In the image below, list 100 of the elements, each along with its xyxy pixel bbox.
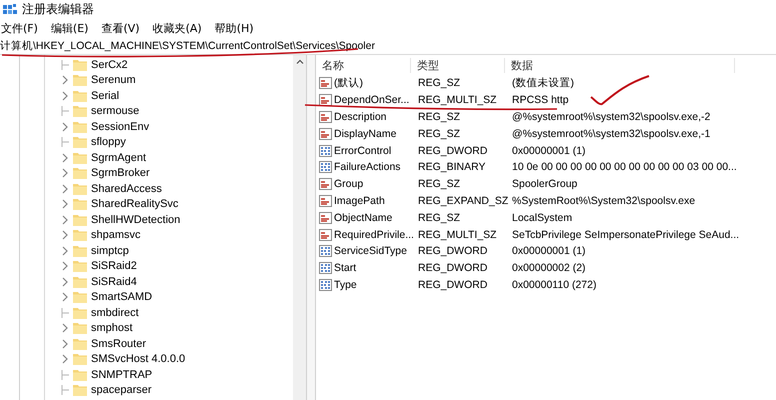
folder-icon (73, 90, 87, 102)
tree-item[interactable]: spaceparser (91, 384, 152, 396)
chevron-icon[interactable] (61, 199, 69, 210)
column-header[interactable]: 名称 (316, 58, 411, 72)
value-data: 0x00000110 (272) (512, 278, 596, 291)
tree-item[interactable]: SmsRouter (91, 338, 146, 350)
folder-icon (73, 214, 87, 226)
value-type: REG_DWORD (418, 144, 488, 157)
tree-item[interactable]: SiSRaid4 (91, 276, 137, 288)
value-type: REG_SZ (418, 77, 460, 90)
column-header[interactable]: 类型 (411, 58, 505, 72)
tree-item[interactable]: simptcp (91, 244, 129, 257)
tree-item[interactable]: SharedRealitySvc (91, 198, 178, 210)
value-data: SpoolerGroup (512, 178, 578, 190)
binary-value-icon (319, 144, 332, 157)
tree-item[interactable]: SessionEnv (91, 120, 150, 133)
folder-icon (73, 120, 87, 133)
value-type: REG_BINARY (418, 161, 486, 174)
value-data: SeTcbPrivilege SeImpersonatePrivilege SeAud... (512, 228, 740, 241)
value-data: 0x00000002 (2) (512, 262, 586, 274)
string-value-icon (319, 194, 332, 207)
binary-value-icon (319, 262, 332, 274)
tree-item[interactable]: SharedAccess (91, 182, 162, 195)
menu-item[interactable]: 编辑(E) (50, 20, 88, 36)
tree-item[interactable]: shpamsvc (91, 229, 141, 242)
value-type: REG_MULTI_SZ (418, 94, 497, 106)
chevron-icon[interactable] (61, 292, 69, 302)
binary-value-icon (319, 245, 332, 258)
chevron-icon[interactable] (61, 75, 69, 86)
folder-icon (73, 229, 87, 242)
value-name[interactable]: DependOnSer... (334, 94, 410, 106)
tree-item[interactable]: SerCx2 (91, 58, 128, 71)
tree-item[interactable]: SgrmAgent (91, 152, 146, 164)
chevron-icon[interactable] (61, 214, 69, 225)
value-name[interactable]: RequiredPrivile... (334, 228, 414, 241)
tree-item[interactable]: SiSRaid2 (91, 260, 137, 272)
value-name[interactable]: (默认) (334, 76, 363, 90)
value-data: @%systemroot%\system32\spoolsv.exe,-1 (512, 128, 710, 140)
chevron-icon[interactable] (61, 230, 69, 240)
value-name[interactable]: Description (334, 110, 387, 123)
value-name[interactable]: Group (334, 178, 364, 190)
folder-icon (73, 167, 87, 180)
tree-item[interactable]: SNMPTRAP (91, 368, 152, 381)
chevron-icon[interactable] (61, 152, 69, 163)
value-type: REG_DWORD (418, 245, 488, 258)
folder-icon (73, 74, 87, 86)
chevron-icon[interactable] (61, 168, 69, 178)
menu-item[interactable]: 收藏夹(A) (152, 20, 202, 36)
tree-item[interactable]: smphost (91, 322, 133, 334)
value-type: REG_DWORD (418, 278, 488, 291)
value-data: %SystemRoot%\System32\spoolsv.exe (512, 194, 696, 207)
menu-item[interactable]: 文件(F) (1, 20, 38, 36)
value-name[interactable]: Type (334, 278, 357, 291)
chevron-icon[interactable] (61, 354, 69, 364)
folder-icon (73, 244, 87, 257)
tree-item[interactable]: SmartSAMD (91, 291, 152, 304)
folder-icon (73, 353, 87, 366)
value-name[interactable]: ServiceSidType (334, 245, 407, 258)
string-value-icon (319, 212, 332, 224)
tree-item[interactable]: sermouse (91, 105, 140, 118)
folder-icon (73, 182, 87, 195)
chevron-icon[interactable] (61, 338, 69, 349)
menu-item[interactable]: 帮助(H) (214, 20, 254, 36)
value-data: 0x00000001 (1) (512, 144, 586, 157)
folder-icon (73, 276, 87, 288)
value-name[interactable]: DisplayName (334, 128, 396, 140)
scrollbar[interactable] (293, 55, 306, 400)
value-name[interactable]: ObjectName (334, 212, 392, 224)
value-name[interactable]: ErrorControl (334, 144, 392, 157)
chevron-icon[interactable] (61, 184, 69, 194)
chevron-icon[interactable] (61, 261, 69, 272)
tree-item[interactable]: ShellHWDetection (91, 214, 180, 226)
chevron-icon[interactable] (61, 323, 69, 334)
tree-item[interactable]: Serenum (91, 74, 136, 86)
value-name[interactable]: Start (334, 262, 356, 274)
binary-value-icon (319, 161, 332, 174)
folder-icon (73, 136, 87, 148)
chevron-icon[interactable] (61, 276, 69, 287)
tree-item[interactable]: sfloppy (91, 136, 126, 148)
folder-icon (73, 384, 87, 396)
tree-item[interactable]: Serial (91, 90, 120, 102)
column-header[interactable]: 数据 (505, 58, 735, 72)
value-data: 0x00000001 (1) (512, 245, 586, 258)
value-type: REG_SZ (418, 110, 460, 123)
value-type: REG_MULTI_SZ (418, 228, 497, 241)
check-mark (590, 75, 650, 106)
tree-item[interactable]: smbdirect (91, 306, 139, 319)
folder-icon (73, 198, 87, 210)
value-data: (数值未设置) (512, 76, 574, 90)
tree-item[interactable]: SMSvcHost 4.0.0.0 (91, 353, 186, 366)
chevron-icon[interactable] (61, 246, 69, 256)
folder-icon (73, 338, 87, 350)
menu-item[interactable]: 查看(V) (101, 20, 140, 36)
chevron-icon[interactable] (61, 122, 69, 132)
chevron-icon[interactable] (61, 90, 69, 101)
address-field[interactable]: 计算机\HKEY_LOCAL_MACHINE\SYSTEM\CurrentControlSet\Services\Spooler (0, 38, 375, 52)
tree-item[interactable]: SgrmBroker (91, 167, 150, 180)
value-name[interactable]: ImagePath (334, 194, 385, 207)
scroll-up-icon[interactable] (296, 59, 304, 64)
value-name[interactable]: FailureActions (334, 161, 401, 174)
